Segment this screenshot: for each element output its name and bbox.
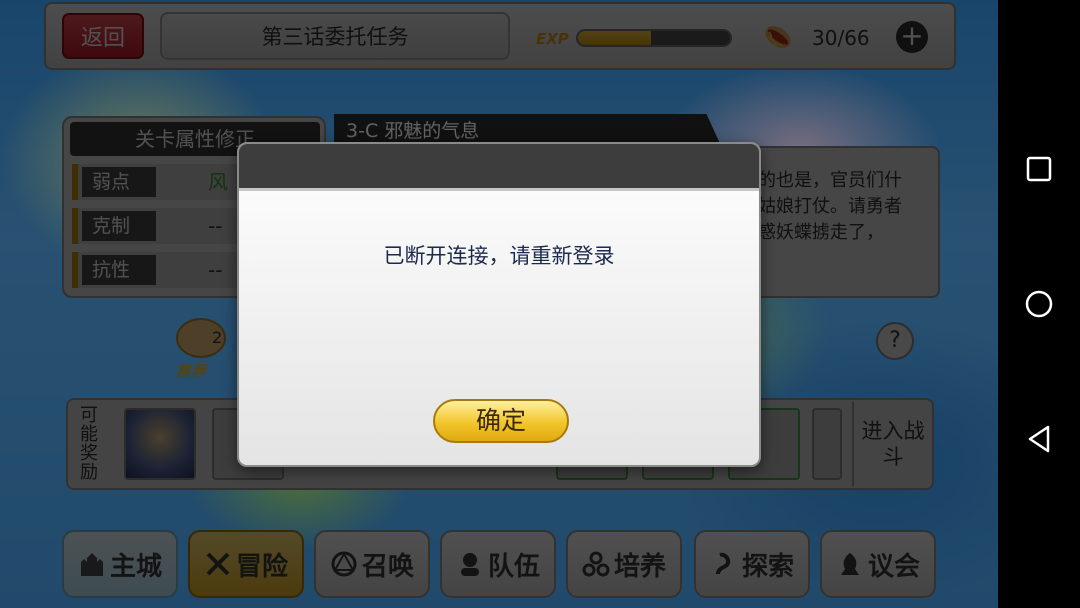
game-screen: 返回 第三话委托任务 EXP 30/66 + 关卡属性修正 弱点 风 克制 --…: [0, 0, 998, 608]
home-icon[interactable]: [1022, 287, 1056, 321]
android-nav-bar: [998, 0, 1080, 608]
back-icon[interactable]: [1022, 422, 1056, 456]
dialog-header: [239, 144, 759, 191]
recent-apps-icon[interactable]: [1022, 152, 1056, 186]
dialog-message: 已断开连接，请重新登录: [383, 244, 615, 268]
disconnect-dialog: 已断开连接，请重新登录 确定: [237, 142, 761, 467]
confirm-button[interactable]: 确定: [433, 399, 569, 443]
